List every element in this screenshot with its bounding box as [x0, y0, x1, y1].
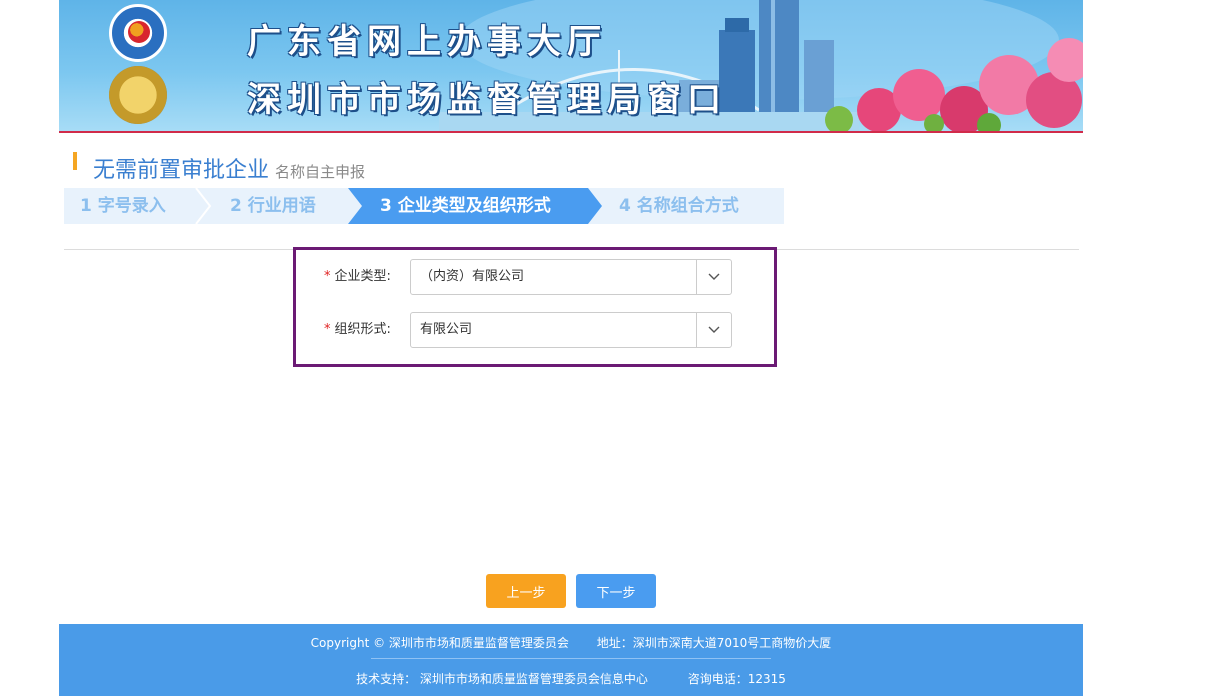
organization-form-select[interactable]: 有限公司 [410, 312, 732, 348]
step-separator-icon [195, 188, 212, 224]
title-accent-bar [73, 152, 77, 170]
footer-copyright: Copyright © 深圳市市场和质量监督管理委员会 [310, 636, 569, 650]
footer-phone: 咨询电话：12315 [687, 672, 786, 686]
enterprise-type-label: * 企业类型: [324, 269, 391, 284]
banner-title-line2: 深圳市市场监督管理局窗口 [247, 80, 727, 120]
emblem-logo-icon [109, 66, 167, 124]
organization-form-row: * 组织形式: 有限公司 [296, 312, 774, 348]
chevron-down-icon[interactable] [696, 260, 731, 294]
footer-address: 地址：深圳市深南大道7010号工商物价大厦 [596, 636, 832, 650]
required-mark: * [324, 269, 331, 284]
page-footer: Copyright © 深圳市市场和质量监督管理委员会 地址：深圳市深南大道70… [59, 624, 1083, 696]
prev-step-button[interactable]: 上一步 [486, 574, 566, 608]
step-3-active: 3 企业类型及组织形式 [348, 188, 602, 224]
section-header: 无需前置审批企业 名称自主申报 [73, 152, 366, 183]
footer-divider [371, 658, 771, 659]
chevron-down-icon[interactable] [696, 313, 731, 347]
footer-support: 技术支持： 深圳市市场和质量监督管理委员会信息中心 [356, 672, 648, 686]
banner-title-line1: 广东省网上办事大厅 [247, 22, 607, 62]
organization-form-label: * 组织形式: [324, 322, 391, 337]
step-2: 2 行业用语 [230, 196, 316, 216]
page-subtitle: 名称自主申报 [275, 163, 366, 181]
enterprise-form: * 企业类型: （内资）有限公司 * 组织形式: 有限公司 [293, 247, 777, 367]
guangdong-logo-icon [109, 4, 167, 62]
footer-line-2: 技术支持： 深圳市市场和质量监督管理委员会信息中心 咨询电话：12315 [59, 670, 1083, 687]
required-mark: * [324, 322, 331, 337]
header-banner: 广东省网上办事大厅 深圳市市场监督管理局窗口 [59, 0, 1083, 133]
next-step-button[interactable]: 下一步 [576, 574, 656, 608]
enterprise-type-select[interactable]: （内资）有限公司 [410, 259, 732, 295]
step-progress: 1 字号录入 2 行业用语 3 企业类型及组织形式 4 名称组合方式 [64, 188, 784, 224]
organization-form-value: 有限公司 [420, 322, 473, 337]
enterprise-type-row: * 企业类型: （内资）有限公司 [296, 259, 774, 295]
footer-line-1: Copyright © 深圳市市场和质量监督管理委员会 地址：深圳市深南大道70… [59, 634, 1083, 651]
step-1: 1 字号录入 [80, 196, 166, 216]
page-title: 无需前置审批企业 [93, 158, 270, 183]
step-4: 4 名称组合方式 [619, 196, 739, 216]
enterprise-type-value: （内资）有限公司 [420, 269, 525, 284]
